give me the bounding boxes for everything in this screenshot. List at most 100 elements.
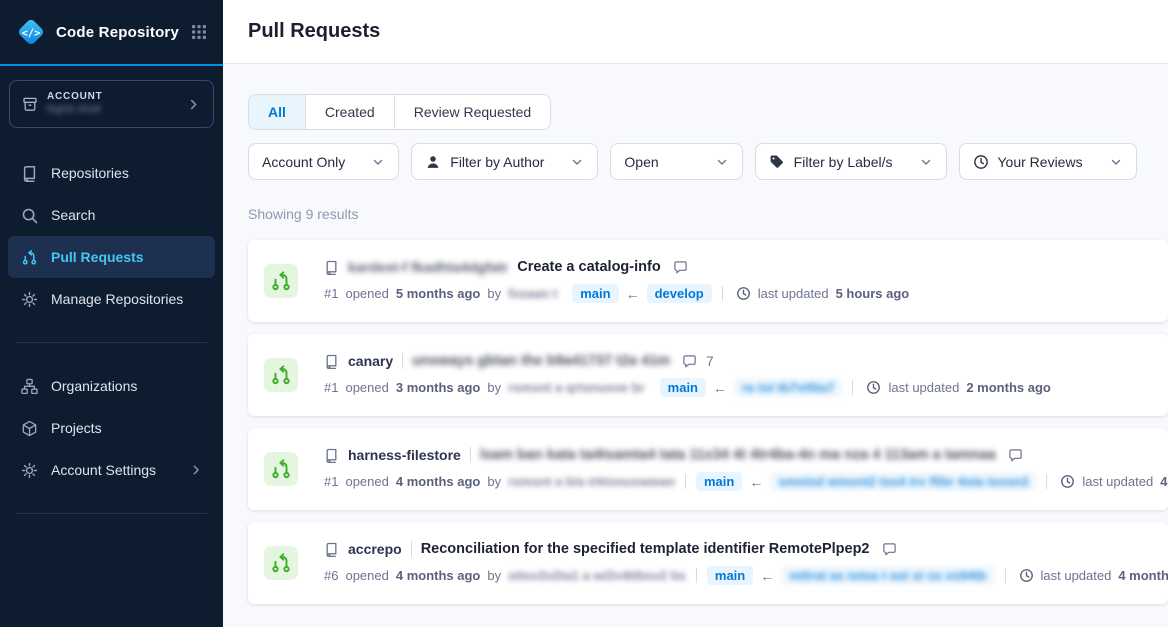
merge-arrow: ← [713,380,727,396]
tab-created[interactable]: Created [306,95,395,129]
sidebar-item-repositories[interactable]: Repositories [8,152,215,194]
settings-gear-icon [20,462,38,479]
opened-ago: 3 months ago [396,380,481,395]
clock-icon [973,154,989,170]
comment-icon [1008,448,1023,463]
apps-grid-icon[interactable] [191,24,207,40]
account-scope-icon [22,96,38,112]
pr-number: #1 [324,474,338,489]
sidebar-item-label: Manage Repositories [51,291,183,307]
chevron-down-icon [919,155,933,169]
divider [1046,474,1047,489]
clock-icon [866,380,881,395]
clock-icon [736,286,751,301]
pr-number: #1 [324,380,338,395]
merge-arrow: ← [626,286,640,302]
repository-icon [324,354,339,369]
search-icon [20,207,38,224]
pr-row[interactable]: canary unsways gbtan the b9a41737 t2a 41… [248,334,1168,416]
divider [852,380,853,395]
sidebar-item-projects[interactable]: Projects [8,407,215,449]
tab-all[interactable]: All [249,95,306,129]
repo-name: accrepo [348,541,402,557]
chevron-down-icon [1109,155,1123,169]
opened-ago: 5 months ago [396,286,481,301]
pull-request-open-icon [264,264,298,298]
opened-ago: 4 months ago [396,474,481,489]
organizations-icon [20,378,38,395]
pr-row[interactable]: harness-filestore lsam ban kata ta4tsamt… [248,428,1168,510]
updated-ago: 5 hours ago [836,286,910,301]
main-area: Pull Requests All Created Review Request… [223,0,1168,627]
pr-number: #6 [324,568,338,583]
divider [685,474,686,489]
comment-icon [682,354,697,369]
repo-name-redacted: kardest-f fkadhta4dgfatr [348,259,508,275]
merge-arrow: ← [749,474,763,490]
sidebar-item-pull-requests[interactable]: Pull Requests [8,236,215,278]
comment-icon [882,542,897,557]
target-branch-badge[interactable]: main [696,472,742,491]
label-filter-dropdown[interactable]: Filter by Label/s [755,143,947,180]
code-repository-logo-icon: </> [14,15,48,49]
sidebar-item-manage-repositories[interactable]: Manage Repositories [8,278,215,320]
pr-row[interactable]: kardest-f fkadhta4dgfatr Create a catalo… [248,240,1168,322]
sidebar-item-label: Repositories [51,165,129,181]
sidebar-divider [16,342,207,343]
author-redacted: rsmsnt a qrtsnusve br [508,380,645,395]
pull-request-icon [20,249,38,266]
source-branch-badge-redacted[interactable]: smstsd wmsnt2 tss4 trv f5br 4sta tsssn3 [770,472,1036,491]
pr-scope-tabs: All Created Review Requested [248,94,551,130]
sidebar-item-label: Search [51,207,95,223]
results-summary: Showing 9 results [248,206,1168,222]
cube-icon [20,420,38,437]
source-branch-badge[interactable]: develop [647,284,712,303]
filter-label: Filter by Author [450,154,544,170]
source-branch-badge-redacted[interactable]: ra tst tb7vt5ta7 [734,378,842,397]
filter-bar: Account Only Filter by Author Open Filte… [248,143,1168,180]
gear-icon [20,291,38,308]
pull-request-open-icon [264,452,298,486]
repo-name: harness-filestore [348,447,461,463]
tab-review-requested[interactable]: Review Requested [395,95,551,129]
target-branch-badge[interactable]: main [660,378,706,397]
filter-label: Open [624,154,658,170]
repository-icon [20,165,38,182]
source-branch-badge-redacted[interactable]: mttrat as tstsa t ast st ss vs94tb [781,566,994,585]
repository-icon [324,542,339,557]
chevron-right-icon [189,463,203,477]
divider [402,353,403,369]
updated-ago: 4 months ago [1118,568,1168,583]
author-filter-dropdown[interactable]: Filter by Author [411,143,598,180]
updated-ago: 4 months ago [1160,474,1168,489]
page-title: Pull Requests [248,20,380,43]
updated-ago: 2 months ago [966,380,1051,395]
tag-icon [769,154,785,170]
sidebar-item-account-settings[interactable]: Account Settings [8,449,215,491]
user-icon [425,154,441,170]
account-selector[interactable]: ACCOUNT tsgrta slnat [9,80,214,128]
state-filter-dropdown[interactable]: Open [610,143,742,180]
pull-request-open-icon [264,546,298,580]
pr-title: Reconciliation for the specified templat… [421,541,870,557]
sidebar-item-search[interactable]: Search [8,194,215,236]
brand-title: Code Repository [56,24,191,41]
reviews-filter-dropdown[interactable]: Your Reviews [959,143,1137,180]
pr-row[interactable]: accrepo Reconciliation for the specified… [248,522,1168,604]
repo-name: canary [348,353,393,369]
target-branch-badge[interactable]: main [707,566,753,585]
target-branch-badge[interactable]: main [572,284,618,303]
scope-filter-dropdown[interactable]: Account Only [248,143,399,180]
sidebar-item-label: Pull Requests [51,249,144,265]
divider [696,568,697,583]
sidebar-item-label: Projects [51,420,102,436]
sidebar-item-organizations[interactable]: Organizations [8,365,215,407]
page-header: Pull Requests [223,0,1168,64]
divider [722,286,723,301]
filter-label: Account Only [262,154,345,170]
divider [411,541,412,557]
filter-label: Filter by Label/s [794,154,893,170]
chevron-down-icon [371,155,385,169]
sidebar: </> Code Repository ACCOUNT tsgrta slnat… [0,0,223,627]
sidebar-item-label: Account Settings [51,462,156,478]
